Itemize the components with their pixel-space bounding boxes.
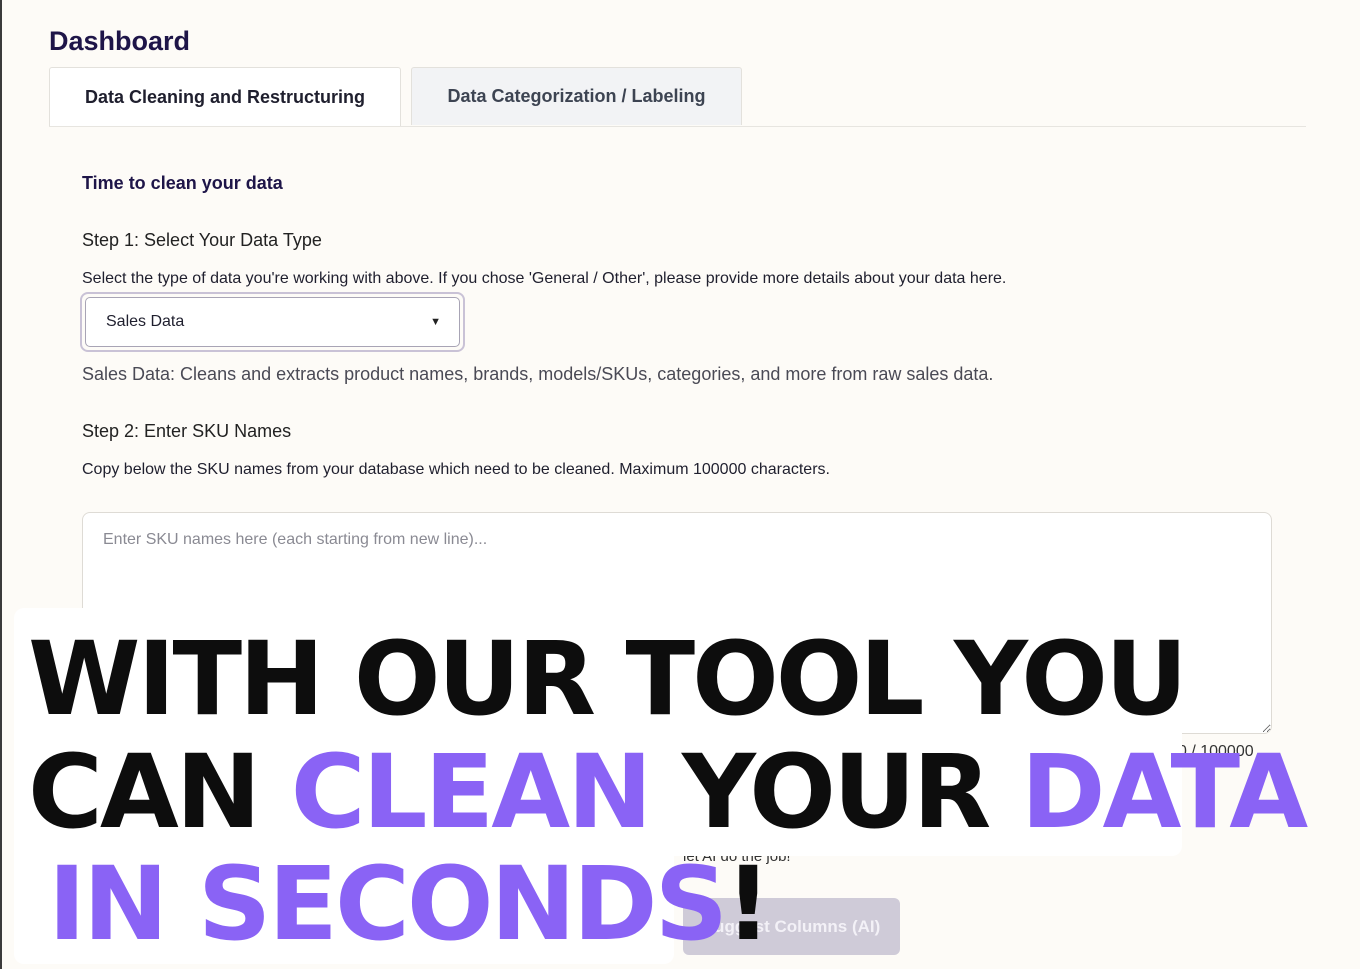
step1-title: Step 1: Select Your Data Type	[82, 230, 322, 250]
data-type-selected-value: Sales Data	[106, 313, 185, 330]
step2-description: Copy below the SKU names from your datab…	[82, 461, 830, 478]
tab-bar: Data Cleaning and Restructuring Data Cat…	[49, 67, 1306, 127]
overlay-caption-line-3: IN SECONDS!	[48, 845, 772, 964]
data-type-description: Sales Data: Cleans and extracts product …	[82, 364, 994, 384]
overlay-highlight-clean: CLEAN	[290, 733, 653, 852]
tab-data-cleaning[interactable]: Data Cleaning and Restructuring	[49, 67, 401, 126]
overlay-caption-line-2: CAN CLEAN YOUR DATA	[28, 733, 1308, 852]
step1-description: Select the type of data you're working w…	[82, 270, 1007, 287]
overlay-caption-line-1: WITH OUR TOOL YOU	[28, 620, 1188, 739]
overlay-text: WITH OUR TOOL YOU	[28, 620, 1188, 739]
tab-data-categorization[interactable]: Data Categorization / Labeling	[411, 67, 742, 125]
section-title: Time to clean your data	[82, 173, 283, 193]
caret-down-icon: ▼	[430, 316, 441, 328]
overlay-exclamation: !	[725, 845, 771, 964]
data-type-select-field[interactable]: Sales Data ▼	[85, 297, 460, 347]
overlay-text: YOUR	[649, 733, 1021, 852]
page-title: Dashboard	[49, 26, 191, 56]
window-edge	[0, 0, 2, 969]
step2-title: Step 2: Enter SKU Names	[82, 421, 292, 441]
overlay-text: CAN	[28, 733, 291, 852]
overlay-highlight-data: DATA	[1020, 733, 1308, 852]
overlay-highlight-in-seconds: IN SECONDS	[48, 845, 728, 964]
data-type-select[interactable]: Sales Data ▼	[80, 292, 465, 352]
